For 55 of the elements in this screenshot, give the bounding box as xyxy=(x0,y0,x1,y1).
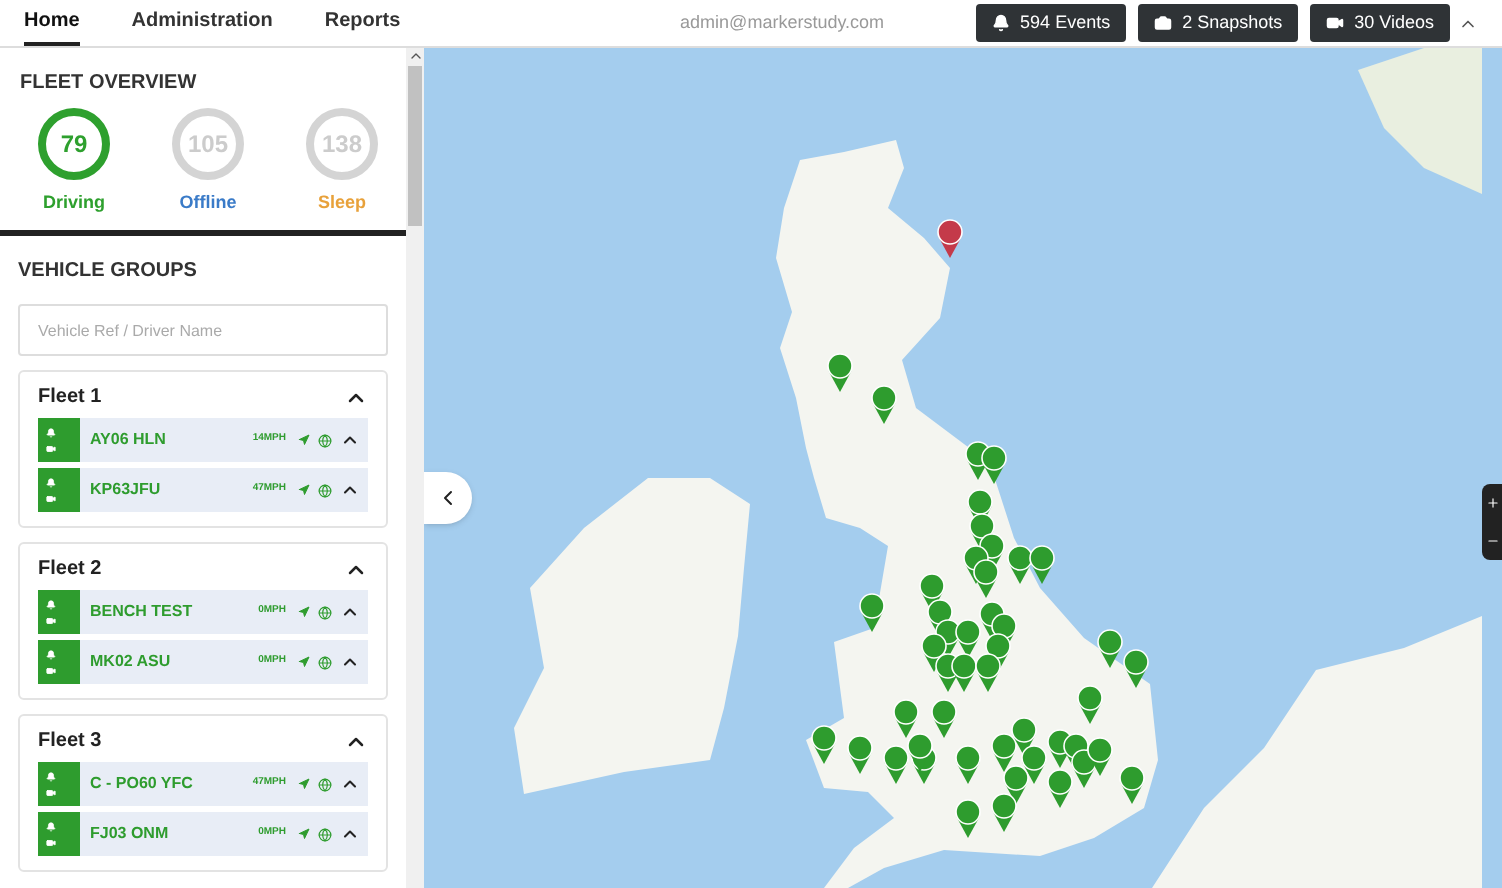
header-button[interactable]: 2 Snapshots xyxy=(1138,4,1299,42)
vehicle-ref: MK02 ASU xyxy=(90,650,171,674)
video-camera-icon xyxy=(46,665,56,675)
nav-tab[interactable]: Home xyxy=(24,0,80,46)
bell-icon xyxy=(46,599,56,609)
direction-icon xyxy=(298,778,310,790)
zoom-in-icon[interactable] xyxy=(1485,496,1499,510)
video-camera-icon xyxy=(46,615,56,625)
bell-icon xyxy=(46,821,56,831)
vehicle-ref: KP63JFU xyxy=(90,478,161,502)
vehicle-ref: AY06 HLN xyxy=(90,428,166,452)
video-camera-icon xyxy=(46,493,56,503)
nav-tab[interactable]: Administration xyxy=(131,0,273,46)
video-camera-icon xyxy=(46,787,56,797)
bell-icon xyxy=(46,649,56,659)
vehicle-ref: BENCH TEST xyxy=(90,600,193,624)
globe-icon[interactable] xyxy=(318,655,332,669)
status-label: Offline xyxy=(179,190,237,216)
bell-icon xyxy=(992,14,1011,32)
video-camera-icon xyxy=(46,443,56,453)
search-field[interactable]: Vehicle Ref / Driver Name xyxy=(18,304,388,356)
scroll-up-icon[interactable] xyxy=(407,48,423,64)
header-button[interactable]: 594 Events xyxy=(976,4,1127,42)
scrollbar-thumb[interactable] xyxy=(408,66,422,226)
fleet-name: Fleet 3 xyxy=(38,728,102,756)
status-label: Driving xyxy=(42,190,105,216)
video-camera-icon xyxy=(1326,14,1345,32)
direction-icon xyxy=(298,828,310,840)
fleet-name: Fleet 1 xyxy=(38,384,102,412)
section-title: VEHICLE GROUPS xyxy=(18,258,199,286)
camera-icon xyxy=(1154,14,1173,32)
direction-icon xyxy=(298,484,310,496)
map-drawing[interactable] xyxy=(424,48,1502,888)
globe-icon[interactable] xyxy=(318,777,332,791)
section-title: FLEET OVERVIEW xyxy=(20,70,199,98)
status-count-ring: 79 xyxy=(38,108,110,180)
globe-icon[interactable] xyxy=(318,483,332,497)
status-label: Sleep xyxy=(317,190,366,216)
fleet-name: Fleet 2 xyxy=(38,556,102,584)
nav-tab[interactable]: Reports xyxy=(324,0,401,46)
user-email: admin@markerstudy.com xyxy=(680,9,885,36)
vehicle-ref: C - PO60 YFC xyxy=(90,772,193,796)
video-camera-icon xyxy=(46,837,56,847)
globe-icon[interactable] xyxy=(318,827,332,841)
direction-icon xyxy=(298,434,310,446)
direction-icon xyxy=(298,606,310,618)
header-button[interactable]: 30 Videos xyxy=(1310,4,1450,42)
zoom-out-icon[interactable] xyxy=(1485,534,1499,548)
bell-icon xyxy=(46,771,56,781)
bell-icon xyxy=(46,427,56,437)
bell-icon xyxy=(46,477,56,487)
globe-icon[interactable] xyxy=(318,433,332,447)
vehicle-ref: FJ03 ONM xyxy=(90,822,169,846)
globe-icon[interactable] xyxy=(318,605,332,619)
direction-icon xyxy=(298,656,310,668)
